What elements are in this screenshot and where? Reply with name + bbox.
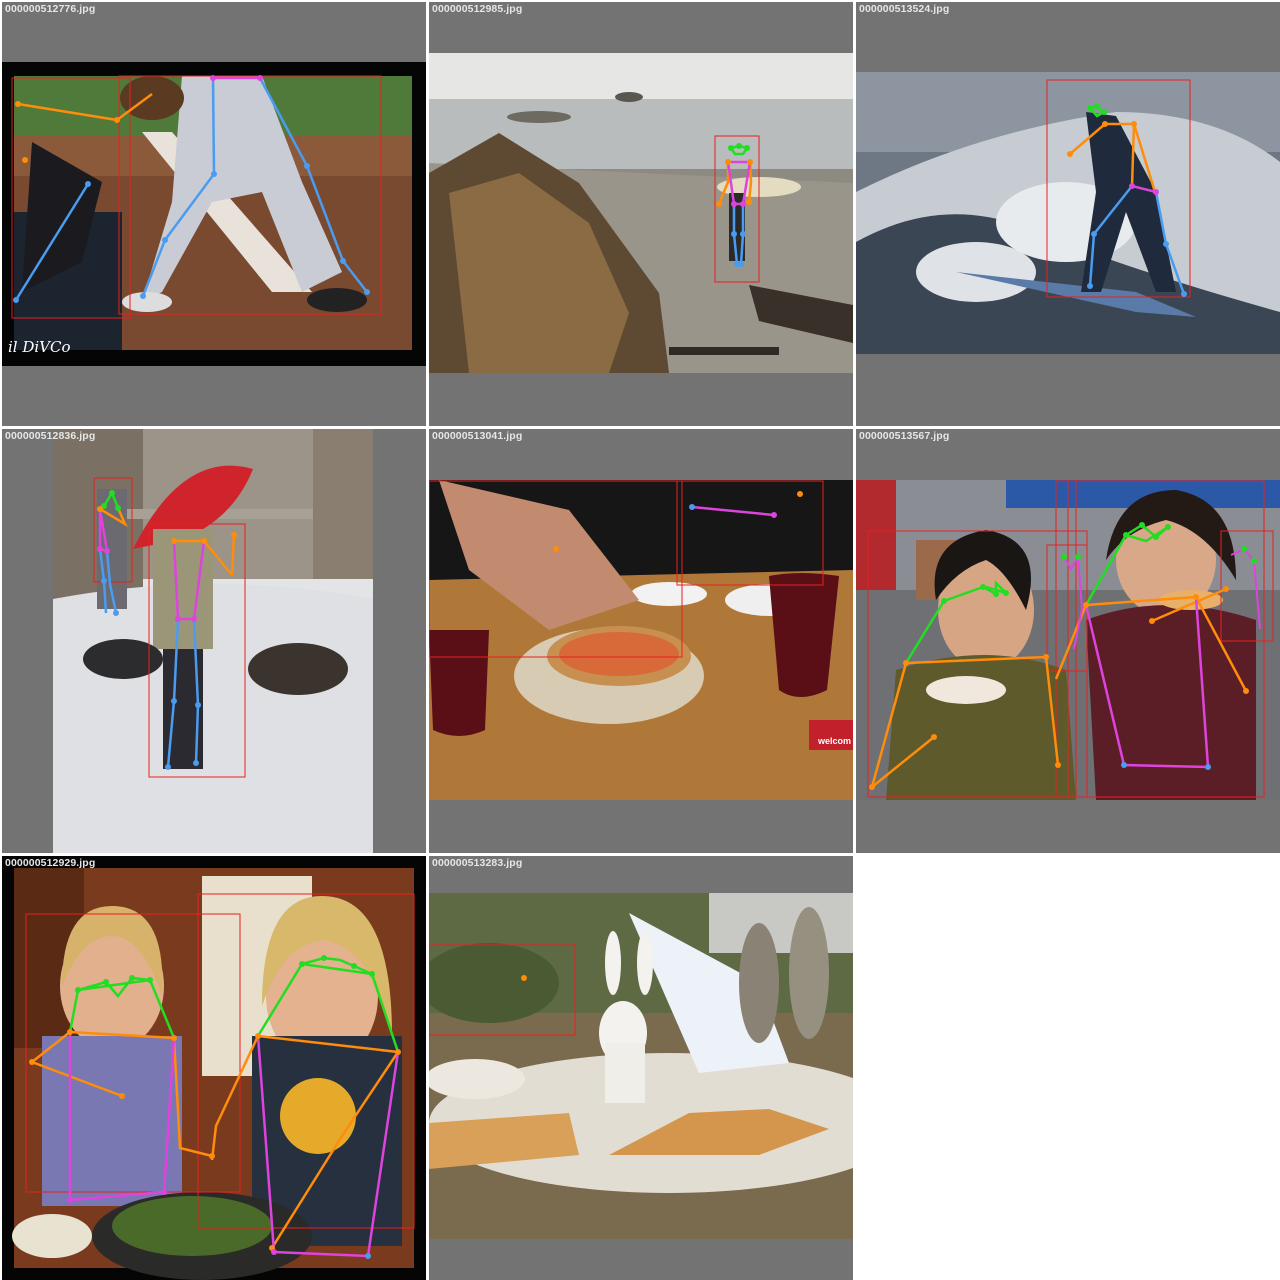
tile-filename: 000000513567.jpg	[859, 430, 950, 442]
pose-overlay	[429, 944, 576, 1036]
pose-overlay	[11, 75, 382, 319]
tile-4[interactable]: 000000512836.jpg	[2, 429, 426, 853]
tile-filename: 000000513283.jpg	[432, 857, 523, 869]
pose-overlay	[93, 477, 246, 778]
pose-overlay	[429, 480, 824, 658]
tile-7[interactable]: 000000512929.jpg	[2, 856, 426, 1280]
tile-1[interactable]: il DiVCo 000000512776.jpg	[2, 2, 426, 426]
pose-overlay	[867, 480, 1274, 798]
tile-filename: 000000513524.jpg	[859, 3, 950, 15]
tile-filename: 000000512929.jpg	[5, 857, 96, 869]
tile-6[interactable]: 000000513567.jpg	[856, 429, 1280, 853]
tile-filename: 000000513041.jpg	[432, 430, 523, 442]
tile-2[interactable]: 000000512985.jpg	[429, 2, 853, 426]
tile-5[interactable]: welcom 000000513041.jpg	[429, 429, 853, 853]
pose-overlay	[714, 135, 760, 283]
tile-8[interactable]: 000000513283.jpg	[429, 856, 853, 1280]
tile-3[interactable]: 000000513524.jpg	[856, 2, 1280, 426]
tile-filename: 000000512985.jpg	[432, 3, 523, 15]
tile-filename: 000000512836.jpg	[5, 430, 96, 442]
image-grid: il DiVCo 000000512776.jpg 000000512985.j…	[0, 0, 1280, 1280]
tile-filename: 000000512776.jpg	[5, 3, 96, 15]
pose-overlay	[25, 893, 415, 1259]
pose-overlay	[1046, 79, 1191, 298]
